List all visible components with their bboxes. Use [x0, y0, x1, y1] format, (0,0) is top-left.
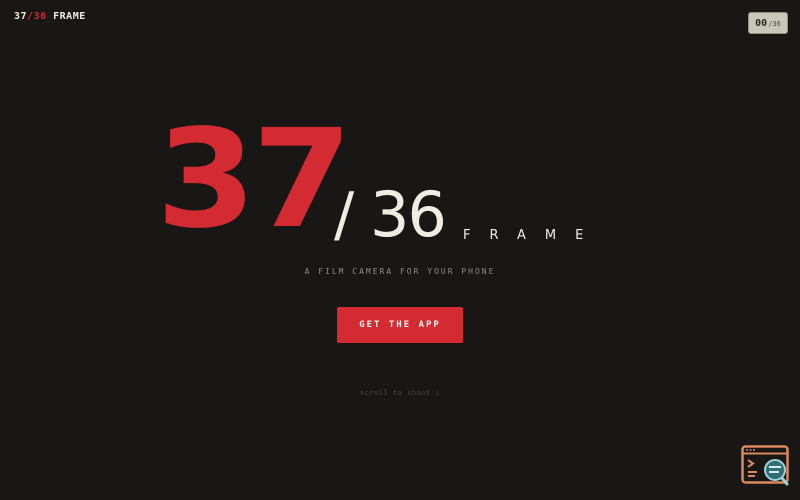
hero-word: FRAME	[463, 228, 603, 243]
hero-slash: /	[334, 180, 355, 250]
scroll-hint: scroll to shoot ↓	[359, 389, 441, 397]
hero-denominator: 36	[370, 178, 447, 251]
logo-denominator: /36	[27, 11, 47, 22]
get-the-app-button-label: GET THE APP	[359, 320, 441, 330]
hero-big-number: 37	[156, 101, 352, 259]
frame-counter: 00/36	[748, 12, 788, 34]
frame-counter-current: 00	[755, 17, 768, 29]
terminal-search-icon[interactable]	[741, 445, 791, 487]
tagline: A FILM CAMERA FOR YOUR PHONE	[304, 267, 496, 276]
get-the-app-button[interactable]: GET THE APP	[337, 307, 463, 343]
terminal-search-icon-graphic	[741, 445, 789, 486]
landing-page: 37/36 FRAME 00/36 37 / 36 FRAME A FILM C…	[0, 0, 800, 500]
brand-logo[interactable]: 37/36 FRAME	[14, 11, 86, 22]
frame-counter-total: /36	[768, 20, 781, 28]
logo-name: FRAME	[53, 11, 86, 22]
logo-number: 37	[14, 11, 28, 22]
